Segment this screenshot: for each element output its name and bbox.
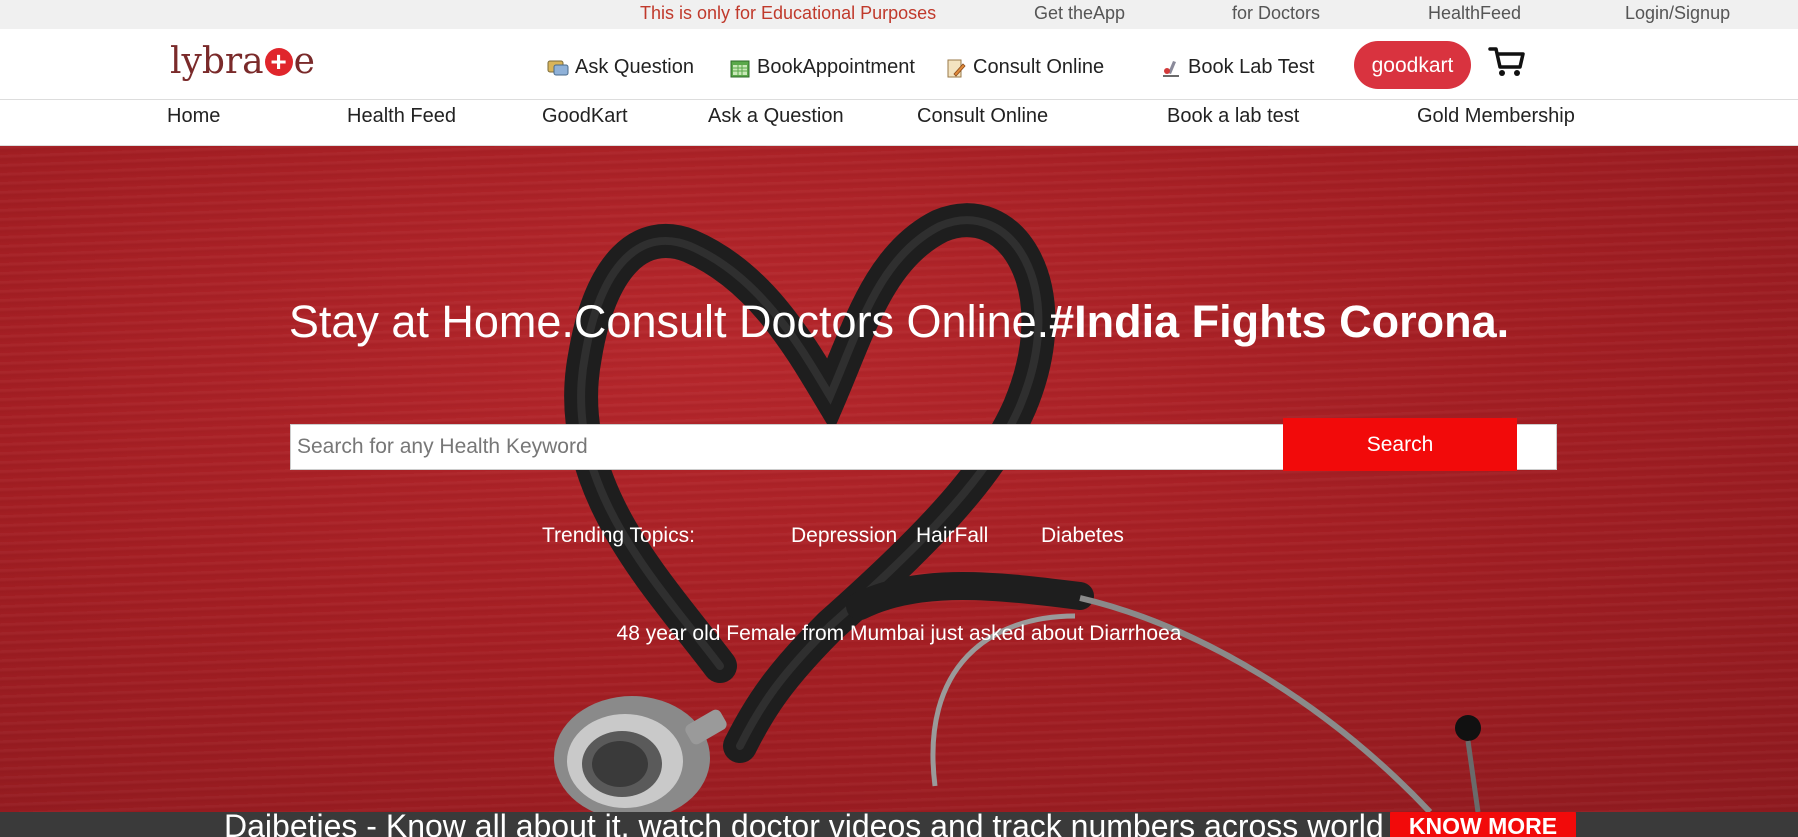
nav-goodkart[interactable]: GoodKart bbox=[542, 105, 628, 128]
logo-text-left: lybra bbox=[170, 41, 264, 82]
nav-home[interactable]: Home bbox=[167, 105, 220, 128]
diabetes-banner: Daibeties - Know all about it, watch doc… bbox=[0, 812, 1798, 837]
trending-diabetes[interactable]: Diabetes bbox=[1041, 524, 1124, 548]
goodkart-button[interactable]: goodkart bbox=[1354, 41, 1471, 89]
banner-text: Daibeties - Know all about it, watch doc… bbox=[224, 812, 1384, 837]
site-header: lybra + e Ask Question BookAppointment Con… bbox=[0, 29, 1798, 100]
consult-online-label: Consult Online bbox=[973, 56, 1105, 78]
nav-gold-membership[interactable]: Gold Membership bbox=[1417, 105, 1575, 128]
ask-question-label: Ask Question bbox=[575, 56, 694, 78]
trending-depression[interactable]: Depression bbox=[791, 524, 897, 548]
stethoscope-image bbox=[554, 203, 1481, 812]
clipboard-icon bbox=[947, 59, 966, 77]
nav-consult-online[interactable]: Consult Online bbox=[917, 105, 1048, 128]
healthfeed-link[interactable]: HealthFeed bbox=[1428, 3, 1521, 24]
trending-label: Trending Topics: bbox=[542, 524, 695, 547]
cart-icon[interactable] bbox=[1487, 43, 1527, 79]
logo-plus-icon: + bbox=[264, 48, 293, 76]
book-appointment-link[interactable]: BookAppointment bbox=[729, 56, 915, 79]
book-lab-test-label: Book Lab Test bbox=[1188, 56, 1315, 78]
consult-online-link[interactable]: Consult Online bbox=[945, 56, 1104, 79]
recent-question-ticker[interactable]: 48 year old Female from Mumbai just aske… bbox=[0, 622, 1798, 646]
top-utility-bar: This is only for Educational Purposes Ge… bbox=[0, 0, 1798, 29]
ask-question-link[interactable]: Ask Question bbox=[547, 56, 694, 79]
search-button[interactable]: Search bbox=[1283, 418, 1517, 471]
book-appointment-label: BookAppointment bbox=[757, 56, 915, 78]
educational-notice: This is only for Educational Purposes bbox=[640, 3, 937, 23]
headline-bold: #India Fights Corona. bbox=[1049, 296, 1510, 347]
nav-ask-question[interactable]: Ask a Question bbox=[708, 105, 844, 128]
trending-hairfall[interactable]: HairFall bbox=[916, 524, 988, 548]
logo-text-right: e bbox=[293, 41, 315, 82]
for-doctors-link[interactable]: for Doctors bbox=[1232, 3, 1320, 24]
login-signup-link[interactable]: Login/Signup bbox=[1625, 3, 1730, 24]
book-lab-test-link[interactable]: Book Lab Test bbox=[1160, 56, 1314, 79]
lybrate-logo[interactable]: lybra + e bbox=[170, 41, 315, 82]
main-navigation: Home Health Feed GoodKart Ask a Question… bbox=[0, 100, 1798, 146]
microscope-icon bbox=[1163, 60, 1179, 77]
nav-health-feed[interactable]: Health Feed bbox=[347, 105, 456, 128]
get-app-link[interactable]: Get theApp bbox=[1034, 3, 1125, 24]
nav-book-lab[interactable]: Book a lab test bbox=[1167, 105, 1299, 128]
chat-icon bbox=[547, 60, 569, 75]
know-more-button[interactable]: KNOW MORE bbox=[1390, 812, 1576, 837]
hero-headline: Stay at Home.Consult Doctors Online.#Ind… bbox=[0, 296, 1798, 348]
calendar-icon bbox=[730, 60, 750, 77]
hero-section: Stay at Home.Consult Doctors Online.#Ind… bbox=[0, 146, 1798, 812]
headline-regular: Stay at Home.Consult Doctors Online. bbox=[288, 296, 1050, 347]
